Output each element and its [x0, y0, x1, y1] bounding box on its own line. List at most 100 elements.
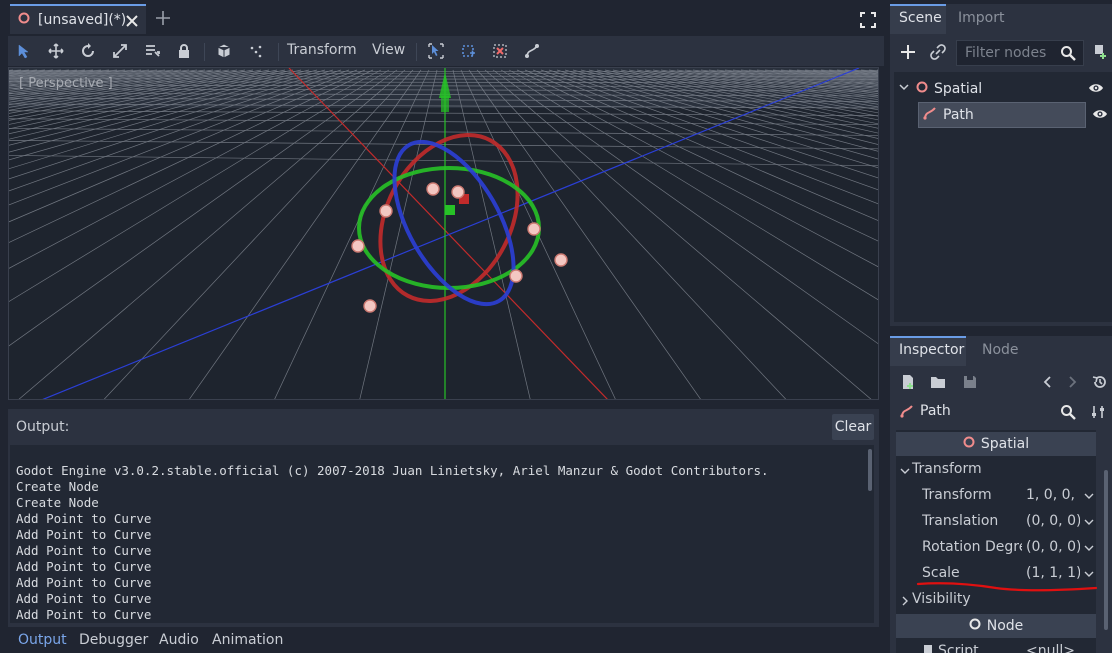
search-icon — [1058, 43, 1078, 63]
log-line: Create Node — [16, 495, 99, 510]
dropdown-arrow-icon[interactable] — [1084, 515, 1094, 531]
toolbar-separator — [416, 43, 417, 61]
transform-menu[interactable]: Transform — [287, 42, 357, 58]
add-tab-icon[interactable] — [153, 8, 173, 28]
scene-tab-title: [unsaved](*) — [38, 12, 127, 28]
open-folder-icon[interactable] — [928, 372, 948, 392]
tab-animation[interactable]: Animation — [212, 632, 283, 648]
tab-node[interactable]: Node — [982, 342, 1019, 358]
view-menu[interactable]: View — [372, 42, 405, 58]
log-line: Add Point to Curve — [16, 543, 152, 558]
scene-tree[interactable]: Spatial Path — [894, 72, 1112, 322]
close-tab-icon[interactable] — [122, 11, 142, 31]
inspector-scrollbar[interactable] — [1104, 470, 1108, 630]
path-node-icon — [923, 106, 937, 124]
property-script[interactable]: Script <null> — [896, 640, 1096, 653]
bone-icon[interactable] — [246, 41, 266, 61]
distraction-free-icon[interactable] — [858, 10, 878, 30]
log-line: Godot Engine v3.0.2.stable.official (c) … — [16, 463, 769, 478]
group-icon[interactable] — [214, 41, 234, 61]
delete-point-icon[interactable] — [490, 41, 510, 61]
list-select-icon[interactable] — [142, 41, 162, 61]
group-transform[interactable]: Transform — [896, 458, 1096, 482]
tree-item-label: Spatial — [934, 81, 983, 97]
visibility-eye-icon[interactable] — [1088, 81, 1104, 99]
group-visibility[interactable]: Visibility — [896, 588, 1096, 612]
perspective-menu[interactable]: [ Perspective ] — [19, 76, 113, 91]
tab-inspector[interactable]: Inspector — [899, 342, 964, 358]
tab-output[interactable]: Output — [18, 632, 67, 648]
property-name: Transform — [922, 487, 992, 503]
bottom-panel-tabs: Output Debugger Audio Animation — [8, 628, 879, 653]
new-resource-icon[interactable] — [898, 372, 918, 392]
property-name: Script — [938, 643, 979, 653]
tree-item-spatial[interactable]: Spatial — [894, 76, 1108, 102]
attach-script-icon[interactable] — [1090, 42, 1110, 62]
add-node-icon[interactable] — [898, 42, 918, 62]
dropdown-arrow-icon[interactable] — [1084, 541, 1094, 557]
tab-audio[interactable]: Audio — [159, 632, 199, 648]
output-scrollbar[interactable] — [868, 449, 872, 491]
log-line: Add Point to Curve — [16, 559, 152, 574]
collapse-arrow-icon[interactable] — [898, 81, 910, 97]
scene-tab[interactable]: [unsaved](*) — [10, 4, 146, 34]
property-value[interactable]: <null> — [1026, 643, 1080, 653]
viewport-scene[interactable] — [9, 68, 879, 400]
tab-debugger[interactable]: Debugger — [79, 632, 148, 648]
property-value[interactable]: (1, 1, 1) — [1026, 565, 1080, 581]
scene-tab-bar: [unsaved](*) — [0, 0, 884, 36]
viewport-toolbar: Transform View — [8, 36, 884, 66]
search-icon[interactable] — [1058, 402, 1078, 422]
output-log[interactable]: Godot Engine v3.0.2.stable.official (c) … — [10, 445, 874, 623]
curve-point-handle — [426, 182, 440, 196]
visibility-eye-icon[interactable] — [1092, 107, 1108, 125]
move-mode-icon[interactable] — [46, 41, 66, 61]
tab-scene[interactable]: Scene — [899, 10, 942, 26]
expand-arrow-icon[interactable] — [900, 594, 910, 610]
dropdown-arrow-icon[interactable] — [1084, 489, 1094, 505]
gizmo-plane-handle — [445, 205, 455, 215]
property-translation[interactable]: Translation (0, 0, 0) — [896, 510, 1096, 534]
log-line: Add Point to Curve — [16, 575, 152, 590]
section-node: Node — [896, 614, 1096, 638]
section-title: Node — [986, 618, 1024, 634]
property-name: Rotation Degre — [922, 539, 1022, 555]
select-control-points-icon[interactable] — [426, 41, 446, 61]
log-line: Add Point to Curve — [16, 591, 152, 606]
close-curve-icon[interactable] — [522, 41, 542, 61]
tree-item-label: Path — [943, 107, 974, 123]
tab-import[interactable]: Import — [958, 10, 1004, 26]
curve-point-handle — [554, 253, 568, 267]
property-rotation-degrees[interactable]: Rotation Degre (0, 0, 0) — [896, 536, 1096, 560]
tree-item-path[interactable]: Path — [918, 102, 1086, 128]
property-value[interactable]: 1, 0, 0, 0 — [1026, 487, 1080, 503]
output-panel: Output: Clear Godot Engine v3.0.2.stable… — [8, 409, 879, 627]
curve-point-handle — [351, 239, 365, 253]
log-line: Add Point to Curve — [16, 607, 152, 622]
instance-scene-icon[interactable] — [928, 42, 948, 62]
property-value[interactable]: (0, 0, 0) — [1026, 513, 1080, 529]
property-transform[interactable]: Transform 1, 0, 0, 0 — [896, 484, 1096, 508]
inspected-object-name: Path — [920, 403, 951, 419]
group-label: Visibility — [912, 591, 971, 607]
history-icon[interactable] — [1090, 372, 1110, 392]
save-icon[interactable] — [960, 372, 980, 392]
output-label: Output: — [16, 419, 70, 435]
history-back-icon[interactable] — [1038, 372, 1058, 392]
clear-button[interactable]: Clear — [832, 414, 874, 440]
collapse-arrow-icon[interactable] — [900, 464, 910, 480]
3d-viewport[interactable]: [ Perspective ] — [8, 67, 879, 400]
object-properties-icon[interactable] — [1088, 402, 1108, 422]
lock-icon[interactable] — [174, 41, 194, 61]
log-line: Create Node — [16, 479, 99, 494]
spatial-node-icon — [18, 12, 30, 28]
add-point-icon[interactable] — [458, 41, 478, 61]
spatial-node-icon — [916, 81, 928, 97]
log-line: Add Point to Curve — [16, 511, 152, 526]
group-label: Transform — [912, 461, 982, 477]
select-mode-icon[interactable] — [14, 41, 34, 61]
rotate-mode-icon[interactable] — [78, 41, 98, 61]
scale-mode-icon[interactable] — [110, 41, 130, 61]
history-forward-icon[interactable] — [1062, 372, 1082, 392]
property-value[interactable]: (0, 0, 0) — [1026, 539, 1080, 555]
